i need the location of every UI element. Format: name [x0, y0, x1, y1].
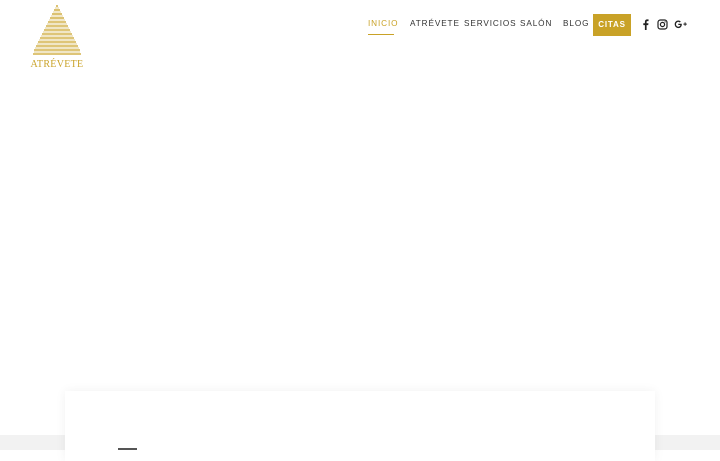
site-header: ATRÉVETE INICIO ATRÉVETE SERVICIOS SALÓN… [0, 0, 720, 80]
nav-item-blog[interactable]: BLOG [563, 19, 589, 28]
nav-item-servicios[interactable]: SERVICIOS [464, 19, 517, 28]
hero-section [0, 80, 720, 435]
nav-item-salon[interactable]: SALÓN [520, 19, 552, 28]
brand-name: ATRÉVETE [30, 59, 84, 70]
google-plus-icon[interactable] [674, 19, 688, 31]
nav-item-inicio[interactable]: INICIO [368, 19, 398, 28]
pyramid-logo-icon [33, 5, 81, 55]
nav-item-atrevete[interactable]: ATRÉVETE [410, 19, 460, 28]
citas-button[interactable]: CITAS [593, 14, 631, 36]
instagram-icon[interactable] [657, 19, 668, 31]
brand-logo[interactable]: ATRÉVETE [30, 4, 84, 72]
content-card [65, 391, 655, 461]
facebook-icon[interactable] [642, 19, 649, 31]
